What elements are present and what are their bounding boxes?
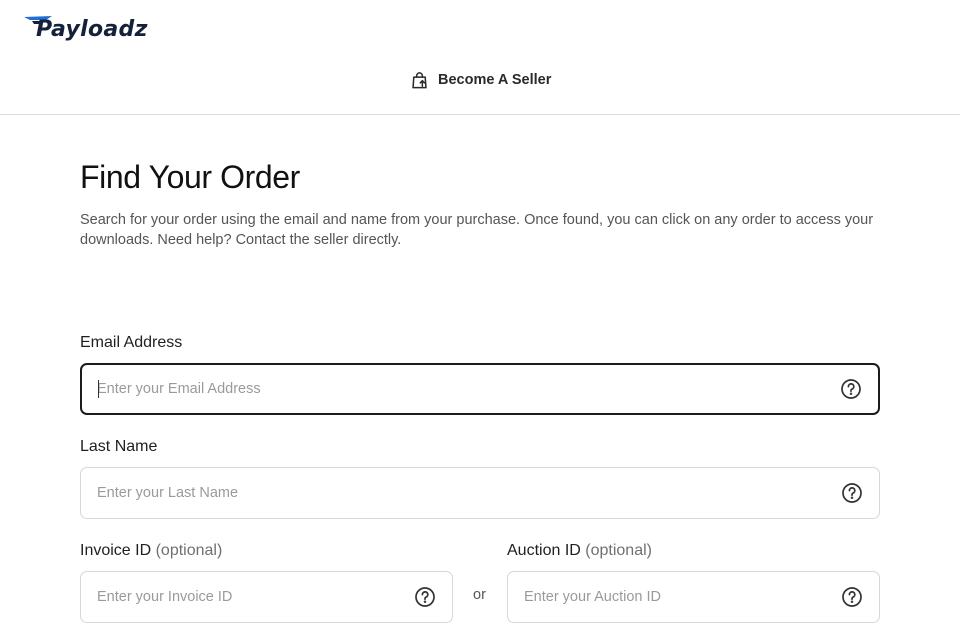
last-name-field-wrapper — [80, 467, 880, 519]
invoice-id-label-text: Invoice ID — [80, 542, 152, 559]
question-circle-icon[interactable] — [841, 482, 863, 504]
payloadz-logo[interactable]: Payloadz — [22, 14, 152, 44]
site-header: Payloadz Become A Seller — [0, 0, 960, 115]
email-label-text: Email Address — [80, 334, 183, 351]
shopping-bag-arrow-icon — [412, 71, 427, 88]
last-name-input[interactable] — [81, 468, 841, 518]
auction-id-label-text: Auction ID — [507, 542, 581, 559]
invoice-id-input[interactable] — [81, 572, 414, 622]
invoice-optional-hint: (optional) — [155, 542, 223, 559]
question-circle-icon[interactable] — [841, 586, 863, 608]
auction-id-field-wrapper — [507, 571, 880, 623]
last-name-label: Last Name — [80, 438, 157, 456]
or-separator: or — [473, 587, 486, 603]
text-caret — [98, 380, 99, 398]
become-seller-label: Become A Seller — [438, 72, 552, 88]
auction-id-input[interactable] — [508, 572, 841, 622]
email-field-wrapper — [80, 363, 880, 415]
page-description: Search for your order using the email an… — [80, 212, 874, 248]
invoice-id-field-wrapper — [80, 571, 453, 623]
auction-optional-hint: (optional) — [585, 542, 652, 559]
page-title: Find Your Order — [80, 159, 300, 195]
invoice-id-label: Invoice ID (optional) — [80, 542, 222, 560]
become-seller-link[interactable]: Become A Seller — [410, 68, 551, 92]
question-circle-icon[interactable] — [840, 378, 862, 400]
auction-id-label: Auction ID (optional) — [507, 542, 652, 560]
question-circle-icon[interactable] — [414, 586, 436, 608]
email-input[interactable] — [82, 365, 840, 413]
logo-wordmark: Payloadz — [36, 17, 148, 42]
email-label: Email Address — [80, 334, 182, 352]
last-name-label-text: Last Name — [80, 438, 158, 455]
